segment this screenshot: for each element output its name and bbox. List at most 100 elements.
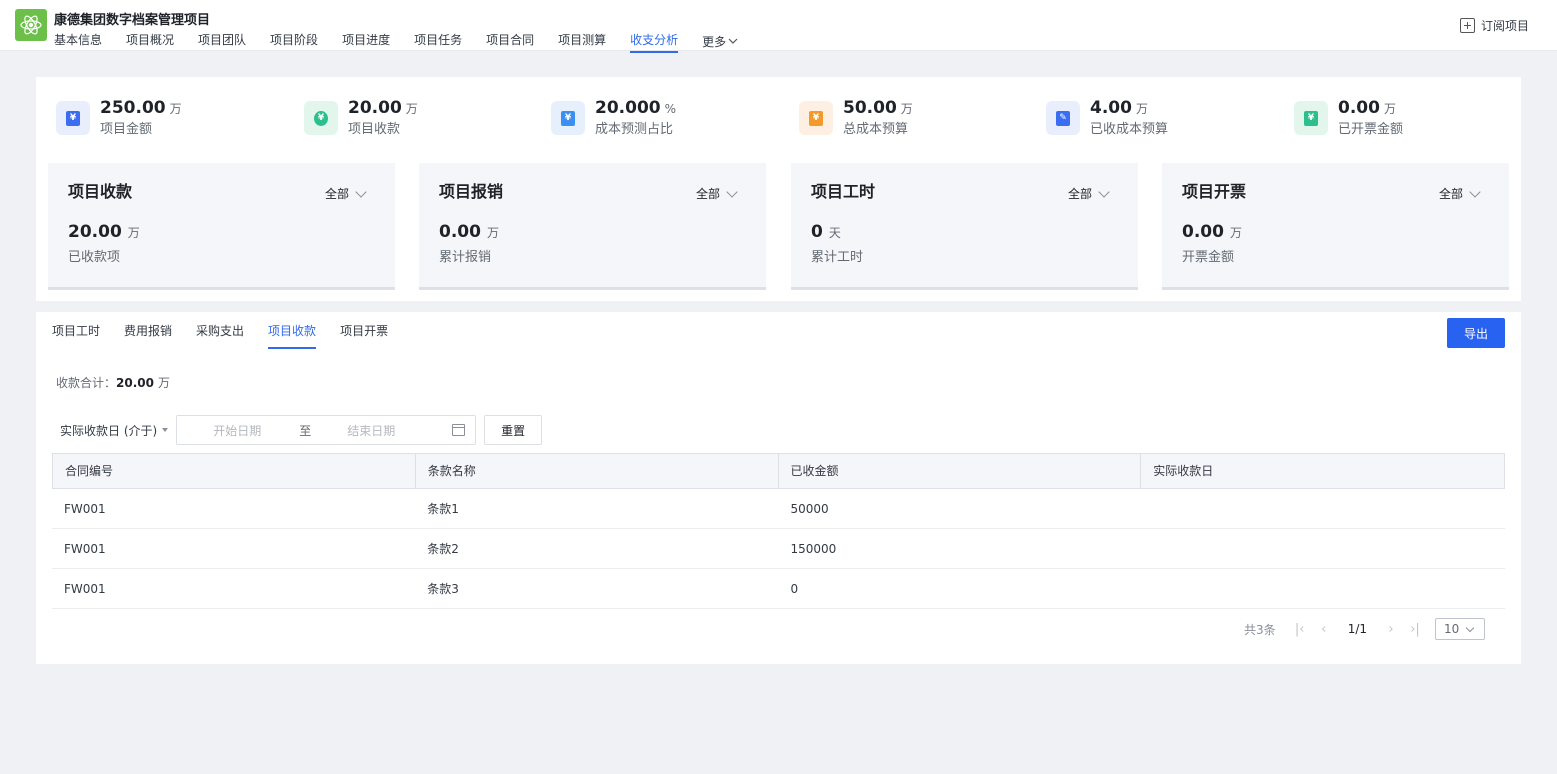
table-cell: 条款2 bbox=[427, 542, 459, 556]
tab-project-receipt[interactable]: 项目收款 bbox=[268, 322, 317, 349]
table-cell: 0 bbox=[790, 582, 799, 596]
detail-tabs: 项目工时 费用报销 采购支出 项目收款 项目开票 bbox=[52, 322, 412, 349]
card-project-reimbursement: 项目报销 全部 0.00 万 累计报销 bbox=[419, 163, 766, 290]
start-date-input[interactable]: 开始日期 bbox=[213, 422, 261, 439]
receipt-summary: 收款合计：20.00 万 bbox=[56, 374, 170, 391]
card-filter-dropdown[interactable]: 全部 bbox=[1438, 185, 1481, 202]
card-filter-label: 全部 bbox=[1067, 187, 1092, 201]
reset-button[interactable]: 重置 bbox=[484, 415, 543, 445]
chevron-down-icon bbox=[726, 185, 738, 198]
card-filter-dropdown[interactable]: 全部 bbox=[695, 185, 738, 202]
card-filter-dropdown[interactable]: 全部 bbox=[324, 185, 367, 202]
summary-unit: 万 bbox=[157, 376, 170, 390]
table-cell bbox=[1142, 489, 1505, 528]
nav-item-stages[interactable]: 项目阶段 bbox=[270, 31, 318, 51]
table-row[interactable]: FW001 条款3 0 bbox=[52, 569, 1505, 609]
project-nav: 基本信息 项目概况 项目团队 项目阶段 项目进度 项目任务 项目合同 项目测算 … bbox=[54, 31, 762, 53]
card-project-receipt: 项目收款 全部 20.00 万 已收款项 bbox=[48, 163, 395, 290]
last-page-icon[interactable]: ›| bbox=[1405, 622, 1425, 637]
card-filter-label: 全部 bbox=[324, 187, 349, 201]
table-cell: 50000 bbox=[790, 502, 829, 516]
card-unit: 万 bbox=[127, 226, 140, 240]
stat-unit: 万 bbox=[169, 102, 182, 116]
nav-item-tasks[interactable]: 项目任务 bbox=[414, 31, 462, 51]
stat-label: 项目金额 bbox=[100, 122, 153, 137]
next-page-icon[interactable]: › bbox=[1381, 622, 1401, 637]
stat-value: 20.00 bbox=[348, 98, 402, 118]
chevron-down-icon bbox=[728, 38, 738, 44]
nav-item-contracts[interactable]: 项目合同 bbox=[486, 31, 534, 51]
date-field-selector[interactable]: 实际收款日 (介于) bbox=[60, 422, 169, 439]
table-cell bbox=[1142, 569, 1505, 608]
stat-label: 总成本预算 bbox=[843, 122, 909, 137]
stat-invoiced-amount: ¥ 0.00 万 已开票金额 bbox=[1294, 97, 1403, 143]
card-label: 累计报销 bbox=[439, 250, 492, 265]
page-size-select[interactable]: 10 bbox=[1435, 618, 1485, 640]
card-label: 已收款项 bbox=[68, 250, 121, 265]
received-budget-icon: ✎ bbox=[1046, 101, 1080, 135]
tab-project-hours[interactable]: 项目工时 bbox=[52, 322, 100, 349]
card-unit: 万 bbox=[486, 226, 499, 240]
stat-unit: 万 bbox=[1135, 102, 1148, 116]
receipt-table: 合同编号 条款名称 已收金额 实际收款日 FW001 条款1 50000 FW0… bbox=[52, 453, 1505, 609]
column-header-received-amount[interactable]: 已收金额 bbox=[779, 454, 1142, 488]
project-title: 康德集团数字档案管理项目 bbox=[54, 13, 211, 28]
date-field-label: 实际收款日 (介于) bbox=[60, 423, 158, 438]
nav-item-progress[interactable]: 项目进度 bbox=[342, 31, 390, 51]
stat-unit: 万 bbox=[900, 102, 913, 116]
table-row[interactable]: FW001 条款2 150000 bbox=[52, 529, 1505, 569]
first-page-icon[interactable]: |‹ bbox=[1290, 622, 1310, 637]
card-filter-label: 全部 bbox=[1438, 187, 1463, 201]
card-project-hours: 项目工时 全部 0天 累计工时 bbox=[791, 163, 1138, 290]
nav-item-income-expense[interactable]: 收支分析 bbox=[630, 31, 679, 53]
column-header-contract-no[interactable]: 合同编号 bbox=[53, 454, 416, 488]
card-value: 0 bbox=[811, 222, 823, 242]
card-filter-dropdown[interactable]: 全部 bbox=[1067, 185, 1110, 202]
stat-value: 0.00 bbox=[1338, 98, 1380, 118]
stat-unit: 万 bbox=[1383, 102, 1396, 116]
chevron-down-icon bbox=[355, 185, 367, 198]
stat-value: 20.000 bbox=[595, 98, 661, 118]
receipt-icon: ¥ bbox=[304, 101, 338, 135]
stat-received-budget: ✎ 4.00 万 已收成本预算 bbox=[1046, 97, 1168, 143]
stat-value: 4.00 bbox=[1090, 98, 1132, 118]
stat-value: 50.00 bbox=[843, 98, 897, 118]
nav-item-overview[interactable]: 项目概况 bbox=[126, 31, 174, 51]
top-bar: 康德集团数字档案管理项目 基本信息 项目概况 项目团队 项目阶段 项目进度 项目… bbox=[0, 0, 1557, 53]
table-row[interactable]: FW001 条款1 50000 bbox=[52, 489, 1505, 529]
nav-item-team[interactable]: 项目团队 bbox=[198, 31, 246, 51]
card-filter-label: 全部 bbox=[695, 187, 720, 201]
column-header-actual-date[interactable]: 实际收款日 bbox=[1141, 454, 1504, 488]
calendar-icon[interactable] bbox=[452, 424, 466, 436]
stat-label: 项目收款 bbox=[348, 122, 401, 137]
nav-item-estimation[interactable]: 项目测算 bbox=[558, 31, 606, 51]
summary-panel: ¥ 250.00 万 项目金额 ¥ 20.00 万 项目收款 ¥ 20.000% 成… bbox=[36, 77, 1521, 301]
pagination: 共3条 |‹ ‹ 1/1 › ›| 10 bbox=[1244, 618, 1485, 640]
tab-purchase-expense[interactable]: 采购支出 bbox=[196, 322, 244, 349]
table-cell: FW001 bbox=[64, 542, 106, 556]
table-cell: 条款1 bbox=[427, 502, 459, 516]
tab-project-invoice[interactable]: 项目开票 bbox=[340, 322, 388, 349]
column-header-clause-name[interactable]: 条款名称 bbox=[416, 454, 779, 488]
add-square-icon bbox=[1459, 18, 1475, 33]
nav-more-label: 更多 bbox=[702, 34, 727, 49]
end-date-input[interactable]: 结束日期 bbox=[347, 422, 395, 439]
card-unit: 万 bbox=[1229, 226, 1242, 240]
table-cell: 150000 bbox=[790, 542, 837, 556]
caret-down-icon bbox=[162, 428, 169, 432]
card-project-invoice: 项目开票 全部 0.00 万 开票金额 bbox=[1162, 163, 1509, 290]
stat-value: 250.00 bbox=[100, 98, 166, 118]
card-value: 20.00 bbox=[68, 222, 122, 242]
tab-expense-reimbursement[interactable]: 费用报销 bbox=[124, 322, 172, 349]
stat-project-receipt: ¥ 20.00 万 项目收款 bbox=[304, 97, 418, 143]
stat-cost-ratio: ¥ 20.000% 成本预测占比 bbox=[551, 97, 676, 143]
cost-ratio-icon: ¥ bbox=[551, 101, 585, 135]
budget-icon: ¥ bbox=[799, 101, 833, 135]
prev-page-icon[interactable]: ‹ bbox=[1314, 622, 1334, 637]
export-button[interactable]: 导出 bbox=[1447, 318, 1505, 348]
nav-item-basic-info[interactable]: 基本信息 bbox=[54, 31, 102, 51]
stat-unit: 万 bbox=[405, 102, 418, 116]
date-range-picker[interactable]: 开始日期 至 结束日期 bbox=[176, 415, 477, 445]
subscribe-button[interactable]: 订阅项目 bbox=[1459, 17, 1529, 34]
nav-more-menu[interactable]: 更多 bbox=[702, 31, 738, 51]
